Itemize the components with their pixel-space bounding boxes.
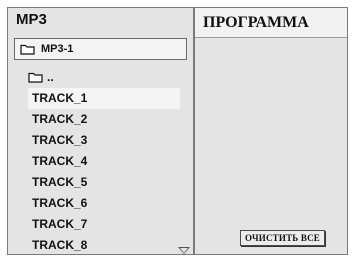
current-folder-label: MP3-1: [41, 43, 74, 55]
chevron-down-icon[interactable]: [178, 247, 190, 254]
parent-folder-item[interactable]: ..: [28, 70, 54, 84]
mp3-browser-panel: MP3 MP3-1 .. TRACK_1 TRACK_2 TRACK_3 TRA…: [8, 8, 195, 254]
folder-icon: [20, 44, 35, 55]
clear-all-button[interactable]: ОЧИСТИТЬ ВСЕ: [240, 230, 325, 246]
track-item[interactable]: TRACK_3: [8, 130, 193, 151]
current-folder-button[interactable]: MP3-1: [14, 38, 187, 60]
track-item[interactable]: TRACK_2: [8, 109, 193, 130]
program-header: ПРОГРАММА: [195, 8, 347, 38]
track-item[interactable]: TRACK_5: [8, 172, 193, 193]
track-item[interactable]: TRACK_6: [8, 193, 193, 214]
track-item[interactable]: TRACK_4: [8, 151, 193, 172]
program-panel: ПРОГРАММА ОЧИСТИТЬ ВСЕ: [195, 8, 347, 254]
program-title: ПРОГРАММА: [203, 14, 309, 31]
folder-icon: [28, 72, 43, 83]
track-item[interactable]: TRACK_1: [28, 88, 180, 109]
track-item[interactable]: TRACK_7: [8, 214, 193, 235]
browser-title: MP3: [16, 11, 47, 28]
mp3-player-window: MP3 MP3-1 .. TRACK_1 TRACK_2 TRACK_3 TRA…: [7, 7, 348, 255]
parent-folder-label: ..: [47, 70, 54, 84]
track-list: TRACK_1 TRACK_2 TRACK_3 TRACK_4 TRACK_5 …: [8, 88, 193, 256]
track-item[interactable]: TRACK_8: [8, 235, 193, 256]
